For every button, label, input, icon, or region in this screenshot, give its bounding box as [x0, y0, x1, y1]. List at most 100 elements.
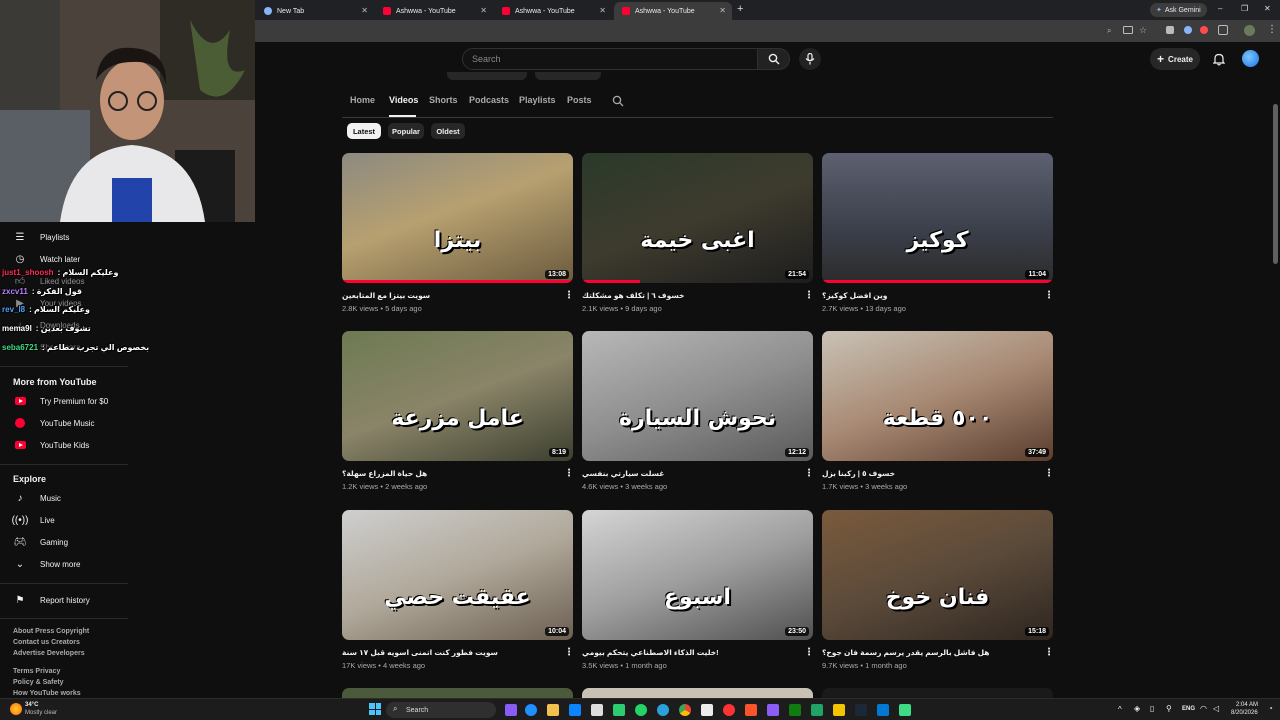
extension-icon[interactable] — [1200, 26, 1208, 34]
close-tab-icon[interactable]: ✕ — [480, 6, 487, 15]
extensions-puzzle-icon[interactable] — [1218, 25, 1228, 35]
video-thumbnail-partial[interactable] — [342, 688, 573, 698]
sidebar-item-watch-later[interactable]: ◷ Watch later — [0, 249, 128, 269]
notifications-icon[interactable]: ◔ — [1268, 704, 1273, 713]
browser-tab[interactable]: Ashwwa - YouTube ✕ — [375, 2, 493, 20]
tab-podcasts[interactable]: Podcasts — [469, 95, 509, 105]
weather-icon[interactable] — [10, 703, 22, 715]
browser-menu-icon[interactable]: ⋮ — [1267, 24, 1277, 35]
ask-gemini-button[interactable]: ✦ Ask Gemini — [1150, 3, 1207, 17]
maximize-button[interactable]: ❐ — [1241, 4, 1248, 13]
video-thumbnail[interactable]: عامل مزرعة 8:19 — [342, 331, 573, 461]
scrollbar-thumb[interactable] — [1273, 104, 1278, 264]
video-thumbnail[interactable]: اسبوع 23:50 — [582, 510, 813, 640]
video-thumbnail-partial[interactable] — [822, 688, 1053, 698]
video-title[interactable]: وين افضل كوكيز؟ — [822, 291, 1037, 300]
search-button[interactable] — [758, 48, 790, 70]
browser-tab-active[interactable]: Ashwwa - YouTube ✕ — [614, 2, 732, 20]
sidebar-item-youtube-music[interactable]: YouTube Music — [0, 413, 128, 433]
footer-links[interactable]: Advertise Developers — [13, 650, 85, 657]
footer-links[interactable]: Policy & Safety — [13, 679, 64, 686]
channel-button-partial[interactable] — [447, 72, 527, 80]
app-icon[interactable] — [899, 704, 911, 716]
app-icon[interactable] — [613, 704, 625, 716]
app-icon[interactable] — [833, 704, 845, 716]
clock-date[interactable]: 8/20/2026 — [1231, 710, 1258, 716]
chrome-icon[interactable] — [679, 704, 691, 716]
app-icon[interactable] — [701, 704, 713, 716]
channel-search-icon[interactable] — [612, 95, 624, 107]
app-icon[interactable] — [877, 704, 889, 716]
zoom-icon[interactable]: ⌕ — [1107, 26, 1111, 36]
file-explorer-icon[interactable] — [547, 704, 559, 716]
install-app-icon[interactable] — [1123, 26, 1133, 34]
footer-links[interactable]: Contact us Creators — [13, 639, 80, 646]
more-actions-icon[interactable]: ⋮ — [564, 647, 574, 658]
chip-oldest[interactable]: Oldest — [431, 123, 465, 139]
close-window-button[interactable]: ✕ — [1264, 4, 1271, 13]
footer-links[interactable]: How YouTube works — [13, 690, 81, 697]
tab-shorts[interactable]: Shorts — [429, 95, 458, 105]
new-tab-button[interactable]: + — [737, 3, 743, 15]
tab-videos[interactable]: Videos — [389, 95, 418, 105]
close-tab-icon[interactable]: ✕ — [361, 6, 368, 15]
tray-app-icon[interactable]: ▯ — [1150, 704, 1154, 713]
language-indicator[interactable]: ENG — [1182, 706, 1195, 712]
search-input[interactable]: Search — [462, 48, 758, 70]
chip-popular[interactable]: Popular — [388, 123, 424, 139]
chip-latest[interactable]: Latest — [347, 123, 381, 139]
more-actions-icon[interactable]: ⋮ — [804, 468, 814, 479]
more-actions-icon[interactable]: ⋮ — [804, 290, 814, 301]
tab-posts[interactable]: Posts — [567, 95, 592, 105]
sidebar-item-report-history[interactable]: ⚑ Report history — [0, 590, 128, 610]
browser-tab[interactable]: New Tab ✕ — [256, 2, 374, 20]
sidebar-item-playlists[interactable]: ☰ Playlists — [0, 227, 128, 247]
video-thumbnail[interactable]: كوكيز 11:04 — [822, 153, 1053, 283]
video-title[interactable]: غسلت سيارتي بنفسي — [582, 469, 797, 478]
video-title[interactable]: خليت الذكاء الاصطناعي يتحكم بيومي! — [582, 648, 797, 657]
profile-avatar[interactable] — [1244, 25, 1255, 36]
more-actions-icon[interactable]: ⋮ — [1044, 468, 1054, 479]
video-title[interactable]: خسوف ٦ | تكلف هو مشكلتك — [582, 291, 797, 300]
close-tab-icon[interactable]: ✕ — [599, 6, 606, 15]
app-icon[interactable] — [767, 704, 779, 716]
tray-chevron-up-icon[interactable]: ^ — [1118, 705, 1122, 714]
app-icon[interactable] — [569, 704, 581, 716]
sidebar-item-youtube-kids[interactable]: YouTube Kids — [0, 435, 128, 455]
notifications-button[interactable] — [1210, 50, 1228, 68]
sidebar-item-music[interactable]: ♪ Music — [0, 488, 128, 508]
extension-icon[interactable] — [1166, 26, 1174, 34]
excel-icon[interactable] — [811, 704, 823, 716]
voice-search-button[interactable] — [799, 48, 821, 70]
bookmark-star-icon[interactable]: ☆ — [1139, 25, 1147, 36]
footer-links[interactable]: About Press Copyright — [13, 628, 89, 635]
app-icon[interactable] — [591, 704, 603, 716]
video-title[interactable]: هل فاشل بالرسم يقدر يرسم رسمة فان جوخ؟ — [822, 648, 1037, 657]
taskbar-search-box[interactable]: ⌕ Search — [386, 702, 496, 718]
footer-links[interactable]: Terms Privacy — [13, 668, 60, 675]
video-thumbnail[interactable]: اغبى خيمة 21:54 — [582, 153, 813, 283]
sidebar-item-gaming[interactable]: 🎮︎ Gaming — [0, 532, 128, 552]
create-button[interactable]: + Create — [1150, 48, 1200, 70]
brave-icon[interactable] — [745, 704, 757, 716]
tray-mic-icon[interactable]: ⚲ — [1166, 704, 1172, 713]
app-icon[interactable] — [505, 704, 517, 716]
video-title[interactable]: سويت فطور كنت اتمنى اسويه قبل ١٧ سنة — [342, 648, 557, 657]
more-actions-icon[interactable]: ⋮ — [564, 290, 574, 301]
minimize-button[interactable]: – — [1218, 4, 1222, 13]
steam-icon[interactable] — [855, 704, 867, 716]
more-actions-icon[interactable]: ⋮ — [1044, 290, 1054, 301]
video-thumbnail[interactable]: فنان خوخ 15:18 — [822, 510, 1053, 640]
channel-button-partial[interactable] — [535, 72, 601, 80]
close-tab-icon[interactable]: ✕ — [719, 6, 726, 15]
sidebar-item-premium[interactable]: Try Premium for $0 — [0, 391, 128, 411]
video-title[interactable]: هل حياة المزراع سهلة؟ — [342, 469, 557, 478]
tab-playlists[interactable]: Playlists — [519, 95, 556, 105]
video-thumbnail[interactable]: بيتزا 13:08 — [342, 153, 573, 283]
app-icon[interactable] — [723, 704, 735, 716]
telegram-icon[interactable] — [657, 704, 669, 716]
tray-app-icon[interactable]: ◈ — [1134, 704, 1140, 713]
browser-tab[interactable]: Ashwwa - YouTube ✕ — [494, 2, 612, 20]
whatsapp-icon[interactable] — [635, 704, 647, 716]
xbox-icon[interactable] — [789, 704, 801, 716]
